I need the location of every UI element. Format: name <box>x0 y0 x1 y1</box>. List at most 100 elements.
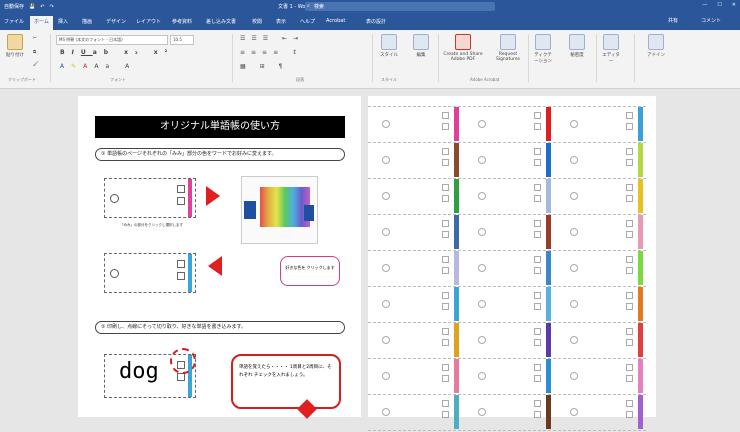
ear-strip[interactable] <box>546 287 551 321</box>
share-button[interactable]: 共有 <box>668 17 678 24</box>
ribbon-tabs: ファイル ホーム 挿入 描画 デザイン レイアウト 参考資料 差し込み文書 校閲… <box>0 14 740 30</box>
checkbox-square <box>626 148 633 155</box>
ear-strip[interactable] <box>638 251 643 285</box>
tab-layout[interactable]: レイアウト <box>136 18 161 25</box>
cut-line <box>368 394 646 396</box>
checkbox-square <box>534 328 541 335</box>
format-painter-icon[interactable]: 🖌 <box>33 62 39 67</box>
close-button[interactable]: ✕ <box>732 2 736 8</box>
sensitivity-button[interactable]: 秘密度 <box>566 34 588 58</box>
checkbox-square <box>442 159 449 166</box>
ear-strip[interactable] <box>638 395 643 429</box>
ear-strip[interactable] <box>454 395 459 429</box>
ear-strip[interactable] <box>546 215 551 249</box>
ear-strip[interactable] <box>638 143 643 177</box>
cut-line <box>368 178 646 180</box>
punch-hole <box>570 336 578 344</box>
ear-strip[interactable] <box>546 251 551 285</box>
ear-strip[interactable] <box>454 143 459 177</box>
font-format-buttons[interactable]: BIUab x₂ x² <box>60 49 174 56</box>
maximize-button[interactable]: ☐ <box>717 2 721 8</box>
ear-strip[interactable] <box>546 107 551 141</box>
checkbox-square <box>442 400 449 407</box>
ear-strip[interactable] <box>638 215 643 249</box>
checkbox-square <box>534 292 541 299</box>
ear-strip[interactable] <box>454 287 459 321</box>
edit-button[interactable]: 編集 <box>410 34 432 58</box>
ear-strip[interactable] <box>638 323 643 357</box>
undo-icon[interactable]: ↶ <box>40 4 44 10</box>
checkbox-square <box>442 303 449 310</box>
ear-strip[interactable] <box>546 359 551 393</box>
tab-references[interactable]: 参考資料 <box>172 18 192 25</box>
ear-strip[interactable] <box>454 323 459 357</box>
ear-strip[interactable] <box>546 179 551 213</box>
font-size-select[interactable]: 10.5 <box>170 35 194 45</box>
ear-strip[interactable] <box>638 107 643 141</box>
ear-strip[interactable] <box>546 323 551 357</box>
punch-hole <box>570 192 578 200</box>
cut-icon[interactable]: ✂ <box>33 36 37 41</box>
punch-hole <box>110 194 119 203</box>
tab-design[interactable]: デザイン <box>106 18 126 25</box>
comment-button[interactable]: コメント <box>701 17 721 24</box>
editor-button[interactable]: エディター <box>600 34 622 64</box>
save-icon[interactable]: 💾 <box>29 4 35 10</box>
tab-view[interactable]: 表示 <box>276 18 286 25</box>
ear-strip[interactable] <box>546 143 551 177</box>
document-page-left[interactable]: オリジナル単語帳の使い方 ① 単語帳のページそれぞれの「みみ」部分の色をワードで… <box>78 96 361 419</box>
checkbox-square <box>626 231 633 238</box>
checkbox-square <box>626 123 633 130</box>
font-color-buttons[interactable]: A✎AAa A <box>60 63 136 70</box>
tab-draw[interactable]: 描画 <box>82 18 92 25</box>
autosave-label[interactable]: 自動保存 <box>4 3 24 10</box>
card-example-1[interactable] <box>104 178 196 218</box>
group-paragraph: 段落 <box>296 77 304 82</box>
ear-strip[interactable] <box>546 395 551 429</box>
list-buttons[interactable]: ☰☰☰ ⇤⇥ <box>240 35 304 42</box>
minimize-button[interactable]: — <box>702 2 707 8</box>
ear-strip[interactable] <box>454 215 459 249</box>
copy-icon[interactable]: ⧉ <box>33 49 36 55</box>
search-box[interactable]: ⌕ 検索 <box>305 2 495 11</box>
ear-strip[interactable] <box>638 287 643 321</box>
document-page-right[interactable] <box>368 96 656 431</box>
redo-icon[interactable]: ↷ <box>49 4 53 10</box>
cut-line <box>368 214 646 216</box>
tab-review[interactable]: 校閲 <box>252 18 262 25</box>
ear-strip[interactable] <box>188 179 192 217</box>
tab-home[interactable]: ホーム <box>30 16 53 30</box>
align-buttons[interactable]: ≡≡≡≡ ↕ <box>240 49 303 56</box>
ear-strip[interactable] <box>454 179 459 213</box>
ribbon-separator <box>232 34 233 82</box>
tab-mailings[interactable]: 差し込み文書 <box>206 18 236 25</box>
tab-table-design[interactable]: 表の設計 <box>366 18 386 25</box>
tab-help[interactable]: ヘルプ <box>300 18 315 25</box>
paste-button[interactable]: 貼り付け <box>4 34 26 58</box>
tab-file[interactable]: ファイル <box>4 18 24 25</box>
group-font: フォント <box>110 77 126 82</box>
ear-strip[interactable] <box>454 359 459 393</box>
border-buttons[interactable]: ▦ ⊞ ¶ <box>240 63 288 70</box>
checkbox-square <box>442 231 449 238</box>
ear-strip[interactable] <box>638 359 643 393</box>
card-example-2[interactable] <box>104 253 196 293</box>
page-title: オリジナル単語帳の使い方 <box>95 116 345 138</box>
punch-hole <box>478 120 486 128</box>
styles-button[interactable]: スタイル <box>378 34 400 58</box>
create-pdf-button[interactable]: Create and Share Adobe PDF <box>443 34 483 62</box>
ear-strip[interactable] <box>454 251 459 285</box>
ear-strip[interactable] <box>188 254 192 292</box>
punch-hole <box>382 264 390 272</box>
checkbox-square <box>626 195 633 202</box>
checkbox-square <box>534 400 541 407</box>
checkbox-square <box>442 112 449 119</box>
request-signatures-button[interactable]: Request Signatures <box>490 34 526 62</box>
ear-strip[interactable] <box>454 107 459 141</box>
ear-strip[interactable] <box>638 179 643 213</box>
addin-button[interactable]: アドイン <box>642 34 670 58</box>
font-name-select[interactable]: MS 明朝 (本文のフォント - 日本語) <box>56 35 168 45</box>
tab-acrobat[interactable]: Acrobat <box>326 18 345 24</box>
tab-insert[interactable]: 挿入 <box>58 18 68 25</box>
dictate-button[interactable]: ディクテーション <box>532 34 554 64</box>
